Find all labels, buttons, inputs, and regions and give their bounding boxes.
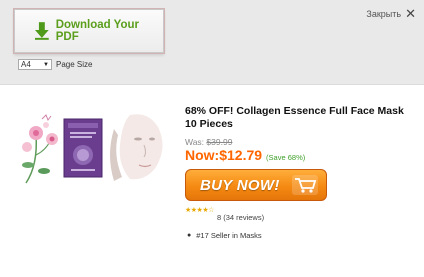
page-size-label: Page Size (56, 60, 93, 69)
mask-package (63, 118, 103, 178)
close-button[interactable]: Закрыть ✕ (366, 7, 416, 20)
rating-row: ★★★★☆ 8 (34 reviews) (185, 206, 415, 222)
close-icon[interactable]: ✕ (405, 7, 416, 20)
page-size-control: A4 ▼ Page Size (18, 59, 92, 70)
was-price: $39.99 (206, 137, 233, 147)
download-pdf-button[interactable]: Download Your PDF (14, 9, 164, 53)
download-arrow-icon (35, 22, 49, 40)
page-size-select[interactable]: A4 ▼ (18, 59, 52, 70)
now-price: Now:$12.79 (185, 147, 263, 163)
buy-now-label: BUY NOW! (200, 176, 280, 194)
page-size-value: A4 (21, 60, 31, 69)
flower-decoration (22, 114, 58, 184)
dropdown-caret-icon: ▼ (43, 61, 49, 68)
buy-now-button[interactable]: BUY NOW! (185, 169, 327, 201)
review-count[interactable]: 8 (34 reviews) (217, 213, 415, 222)
now-price-row: Now:$12.79 (Save 68%) (185, 147, 415, 163)
was-price-row: Was: $39.99 (185, 137, 415, 147)
product-image (22, 114, 163, 184)
was-label: Was: (185, 137, 207, 147)
close-label: Закрыть (366, 9, 402, 19)
product-title[interactable]: 68% OFF! Collagen Essence Full Face Mask… (185, 105, 415, 131)
product-info: 68% OFF! Collagen Essence Full Face Mask… (185, 105, 415, 240)
pdf-toolbar: Download Your PDF Закрыть ✕ A4 ▼ Page Si… (0, 0, 424, 85)
seller-rank: ● #17 Seller in Masks (185, 231, 415, 240)
bullet-icon: ● (187, 232, 192, 239)
seller-rank-text: #17 Seller in Masks (196, 231, 262, 240)
face-mask-model (110, 114, 163, 181)
save-badge: (Save 68%) (266, 153, 306, 162)
download-pdf-label: Download Your PDF (55, 19, 139, 43)
cart-icon (291, 175, 318, 195)
